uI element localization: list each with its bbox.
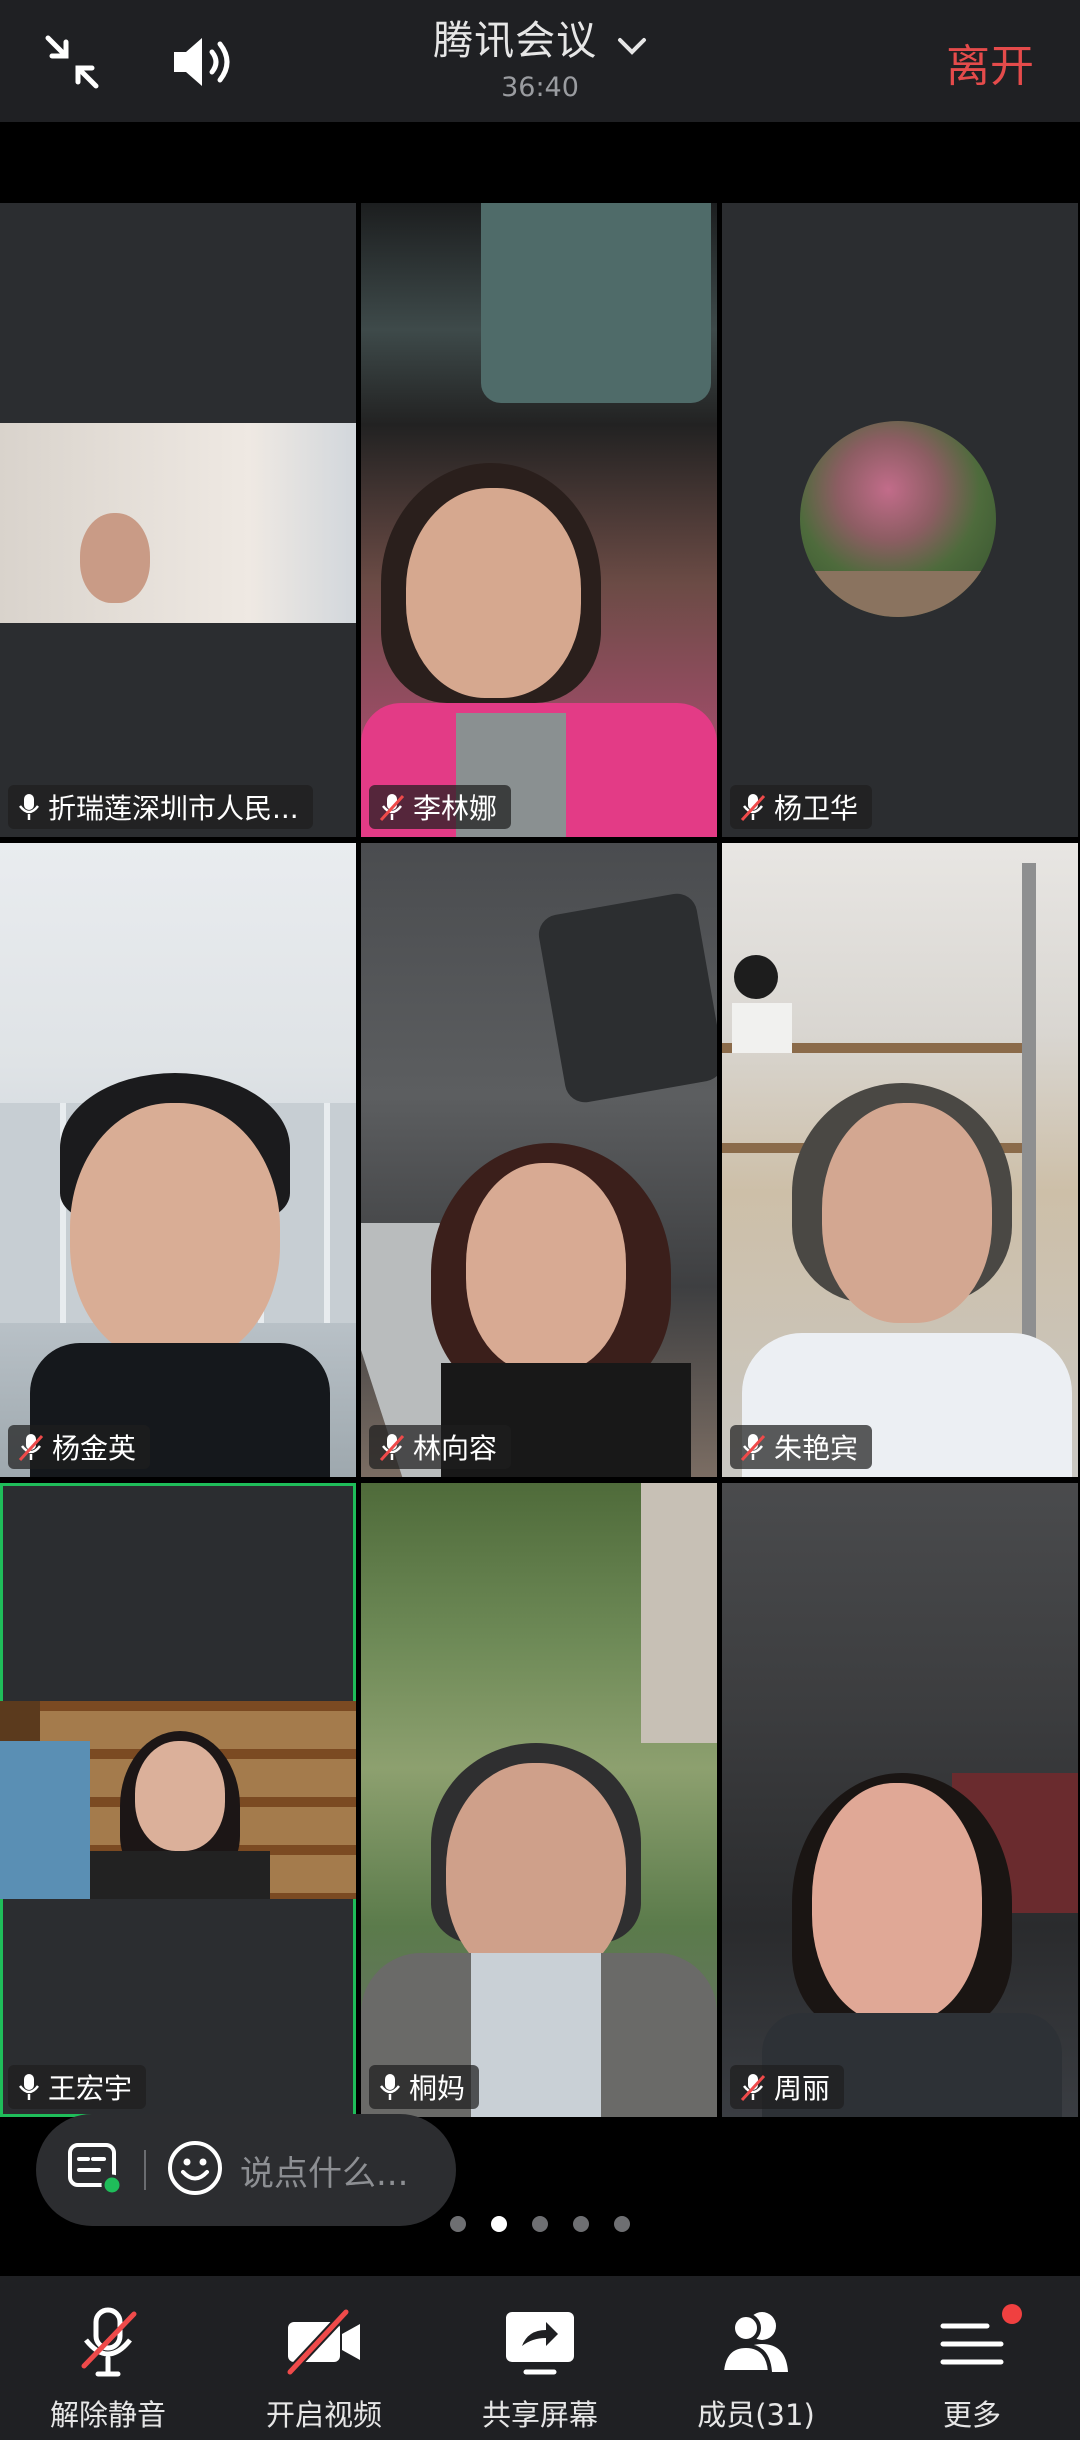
mic-muted-icon [379,794,405,822]
participant-tile[interactable]: 周丽 [722,1483,1078,2117]
mic-muted-icon [740,794,766,822]
participant-name: 周丽 [774,2072,831,2105]
meeting-timer: 36:40 [501,72,579,103]
participant-nameplate: 桐妈 [369,2065,480,2109]
meeting-title-text: 腾讯会议 [433,18,598,64]
share-screen-icon [502,2306,578,2382]
participant-nameplate: 朱艳宾 [730,1425,873,1469]
mic-muted-icon [740,1434,766,1462]
participant-tile[interactable]: 桐妈 [361,1483,717,2117]
participant-nameplate: 李林娜 [369,785,512,829]
video-grid: 折瑞莲深圳市人民... 李林娜 杨卫华 杨金英 林向容 朱艳宾 王宏宇 桐妈 周… [0,203,1080,2123]
page-dot[interactable] [532,2216,548,2232]
participant-name: 朱艳宾 [774,1432,859,1465]
participant-tile[interactable]: 杨卫华 [722,203,1078,837]
more-label: 更多 [942,2398,1001,2432]
start-video-button[interactable]: 开启视频 [224,2276,424,2434]
participant-tile[interactable]: 李林娜 [361,203,717,837]
emoji-icon[interactable] [166,2139,224,2201]
mic-icon [380,2074,400,2100]
notification-dot [1002,2304,1022,2324]
chevron-down-icon [617,20,647,66]
unmute-label: 解除静音 [49,2398,166,2432]
participant-tile[interactable]: 朱艳宾 [722,843,1078,1477]
page-dot[interactable] [573,2216,589,2232]
unmute-button[interactable]: 解除静音 [8,2276,208,2434]
start-video-label: 开启视频 [265,2398,382,2432]
page-dot[interactable] [450,2216,466,2232]
mic-muted-icon [18,1434,44,1462]
participant-name: 王宏宇 [48,2072,133,2105]
participant-name: 杨金英 [52,1432,137,1465]
participant-nameplate: 杨金英 [8,1425,151,1469]
share-screen-label: 共享屏幕 [481,2398,598,2432]
chat-input-bar[interactable]: 说点什么... [36,2114,456,2226]
participant-avatar [800,421,996,617]
meeting-title[interactable]: 腾讯会议 [0,8,1080,66]
participant-video [0,843,356,1477]
members-icon [716,2306,796,2382]
participant-name: 杨卫华 [774,792,859,825]
page-dot-active[interactable] [491,2216,507,2232]
divider [144,2150,146,2190]
menu-icon [937,2306,1007,2382]
participant-video [0,1701,356,1899]
mic-muted-icon [740,2074,766,2102]
mic-muted-icon [379,1434,405,1462]
participant-nameplate: 周丽 [730,2065,845,2109]
top-bar: 腾讯会议 36:40 离开 [0,0,1080,122]
mic-muted-icon [76,2306,140,2382]
participant-tile[interactable]: 杨金英 [0,843,356,1477]
participant-video [361,203,717,837]
participant-nameplate: 王宏宇 [8,2065,147,2109]
subtitle-icon[interactable] [66,2139,124,2201]
participant-nameplate: 林向容 [369,1425,512,1469]
page-dot[interactable] [614,2216,630,2232]
participant-tile[interactable]: 林向容 [361,843,717,1477]
share-screen-button[interactable]: 共享屏幕 [440,2276,640,2434]
participant-video [361,843,717,1477]
mic-icon [19,2074,39,2100]
page-indicator[interactable] [0,2216,1080,2232]
participant-tile[interactable]: 王宏宇 [0,1483,356,2117]
more-button[interactable]: 更多 [872,2276,1072,2434]
participant-nameplate: 折瑞莲深圳市人民... [8,785,313,829]
leave-button[interactable]: 离开 [946,30,1034,94]
participant-nameplate: 杨卫华 [730,785,873,829]
participant-video [722,1483,1078,2117]
participant-tile[interactable]: 折瑞莲深圳市人民... [0,203,356,837]
participant-name: 林向容 [413,1432,498,1465]
participant-video [0,423,356,623]
chat-placeholder: 说点什么... [240,2153,409,2194]
participant-name: 折瑞莲深圳市人民... [48,792,299,825]
participant-name: 桐妈 [409,2072,466,2105]
bottom-toolbar: 解除静音 开启视频 共享屏幕 成员(31) 更多 [0,2276,1080,2440]
members-button[interactable]: 成员(31) [656,2276,856,2434]
participant-name: 李林娜 [413,792,498,825]
participant-video [722,843,1078,1477]
mic-icon [19,794,39,820]
camera-off-icon [284,2306,364,2382]
members-label: 成员(31) [697,2398,815,2432]
participant-video [361,1483,717,2117]
